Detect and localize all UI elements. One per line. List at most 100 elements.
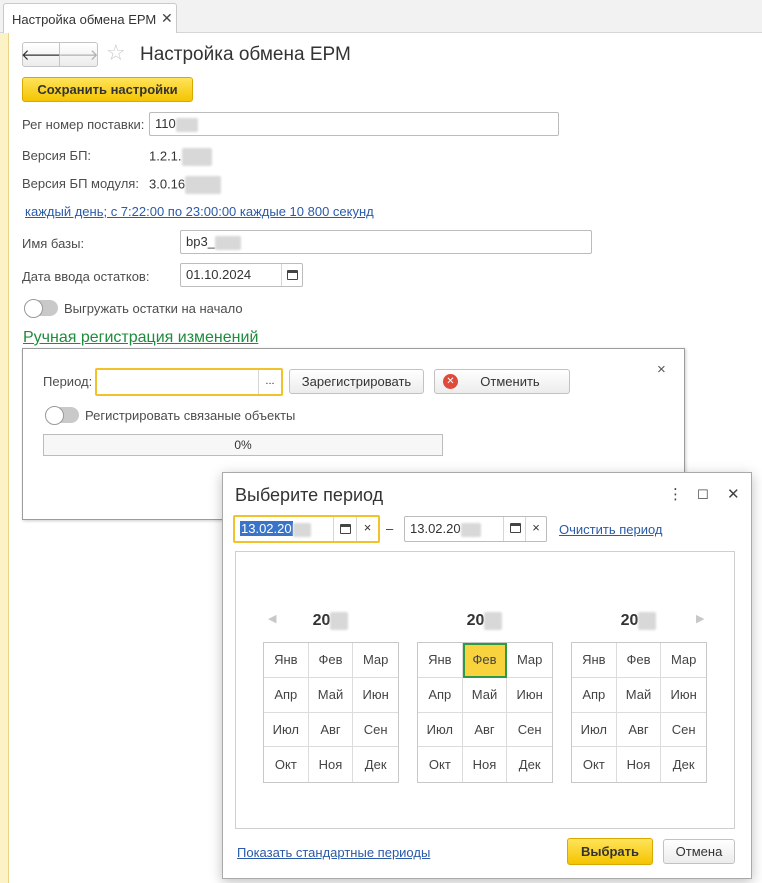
month-cell[interactable]: Апр: [418, 677, 463, 713]
manual-registration-title[interactable]: Ручная регистрация изменений: [23, 329, 258, 347]
redacted-mask: [292, 522, 311, 537]
month-cell[interactable]: Сен: [353, 713, 398, 748]
month-cell[interactable]: Янв: [572, 643, 617, 678]
month-cell[interactable]: Май: [616, 677, 662, 713]
schedule-link[interactable]: каждый день; с 7:22:00 по 23:00:00 кажды…: [25, 204, 374, 219]
month-cell[interactable]: Апр: [572, 677, 617, 713]
month-calendar: ◀ ▶ 20 20 20 Янв Фев Мар Апр Май Июн Июл…: [235, 551, 735, 829]
page-title: Настройка обмена ЕРМ: [140, 44, 351, 65]
month-cell[interactable]: Янв: [418, 643, 463, 678]
month-grid: Янв Фев Мар Апр Май Июн Июл Авг Сен Окт …: [263, 642, 399, 783]
panel-close-icon[interactable]: ×: [657, 361, 666, 378]
redacted-mask: [185, 176, 222, 194]
year-text: 20: [312, 612, 331, 630]
month-cell[interactable]: Июл: [264, 712, 309, 748]
date-from-text: 13.02.20: [240, 521, 293, 536]
register-related-toggle[interactable]: [45, 406, 79, 425]
month-cell[interactable]: Ноя: [463, 747, 508, 782]
month-cell[interactable]: Дек: [507, 747, 552, 782]
month-cell[interactable]: Авг: [308, 712, 354, 748]
month-cell[interactable]: Мар: [353, 643, 398, 678]
period-choose-button[interactable]: ...: [258, 370, 281, 394]
month-grid: Янв Фев Мар Апр Май Июн Июл Авг Сен Окт …: [417, 642, 553, 783]
redacted-mask: [330, 612, 349, 630]
month-cell[interactable]: Апр: [264, 677, 309, 713]
redacted-mask: [214, 235, 241, 250]
date-to-clear-icon[interactable]: ×: [525, 517, 546, 541]
forward-arrow-icon[interactable]: 🡒: [58, 43, 98, 66]
reg-number-field[interactable]: 110: [149, 112, 559, 136]
month-cell[interactable]: Мар: [507, 643, 552, 678]
date-to-calendar-button[interactable]: [503, 517, 525, 541]
save-settings-button[interactable]: Сохранить настройки: [22, 77, 193, 102]
month-cell[interactable]: Июн: [353, 678, 398, 713]
dialog-title: Выберите период: [235, 485, 384, 505]
month-grid: Янв Фев Мар Апр Май Июн Июл Авг Сен Окт …: [571, 642, 707, 783]
cancel-button-label: Отменить: [480, 374, 540, 389]
cancel-x-icon: ✕: [443, 374, 458, 389]
date-from-calendar-button[interactable]: [333, 517, 356, 541]
month-cell[interactable]: Окт: [572, 747, 617, 782]
month-cell[interactable]: Ноя: [617, 747, 662, 782]
clear-period-link[interactable]: Очистить период: [559, 522, 663, 537]
favorite-star-icon[interactable]: ☆: [106, 41, 126, 65]
date-from-field[interactable]: 13.02.20 ×: [233, 515, 380, 543]
db-name-field[interactable]: bp3_: [180, 230, 592, 254]
month-cell[interactable]: Авг: [616, 712, 662, 748]
show-standard-periods-link[interactable]: Показать стандартные периоды: [237, 845, 430, 860]
reg-number-label: Рег номер поставки:: [22, 117, 145, 132]
redacted-mask: [484, 612, 503, 630]
balance-date-field[interactable]: 01.10.2024: [180, 263, 303, 287]
month-cell[interactable]: Дек: [353, 747, 398, 782]
dialog-maximize-icon[interactable]: ☐: [697, 487, 709, 503]
month-cell[interactable]: Май: [462, 677, 508, 713]
register-related-label: Регистрировать связаные объекты: [85, 408, 296, 423]
year-text: 20: [466, 612, 485, 630]
dialog-menu-icon[interactable]: ⋮: [668, 485, 683, 503]
month-cell[interactable]: Фев: [308, 643, 354, 678]
navigation-buttons: 🡐 🡒: [21, 42, 99, 67]
month-cell[interactable]: Май: [308, 677, 354, 713]
month-cell[interactable]: Окт: [418, 747, 463, 782]
progress-bar: 0%: [43, 434, 443, 456]
calendar-button[interactable]: [281, 264, 302, 286]
month-cell[interactable]: Июл: [418, 712, 463, 748]
redacted-mask: [460, 522, 481, 537]
month-cell[interactable]: Окт: [264, 747, 309, 782]
month-cell[interactable]: Фев: [616, 643, 662, 678]
back-arrow-icon[interactable]: 🡐: [21, 43, 61, 66]
month-cell[interactable]: Ноя: [309, 747, 354, 782]
export-balances-label: Выгружать остатки на начало: [64, 301, 243, 316]
balance-date-label: Дата ввода остатков:: [22, 269, 150, 284]
date-from-value: 13.02.20: [240, 520, 311, 538]
month-cell[interactable]: Янв: [264, 643, 309, 678]
tab-close-icon[interactable]: ✕: [161, 10, 173, 27]
date-range-dash: –: [386, 521, 394, 536]
balance-date-value: 01.10.2024: [186, 267, 252, 282]
redacted-mask: [175, 117, 198, 132]
date-to-field[interactable]: 13.02.20 ×: [404, 516, 547, 542]
month-cell[interactable]: Авг: [462, 712, 508, 748]
month-cell[interactable]: Июн: [507, 678, 552, 713]
export-balances-toggle[interactable]: [24, 299, 58, 318]
select-button[interactable]: Выбрать: [567, 838, 653, 865]
dialog-close-icon[interactable]: ✕: [727, 485, 740, 503]
period-field[interactable]: ...: [95, 368, 283, 396]
dialog-cancel-button[interactable]: Отмена: [663, 839, 735, 864]
month-cell[interactable]: Мар: [661, 643, 706, 678]
register-button[interactable]: Зарегистрировать: [289, 369, 424, 394]
reg-number-value: 110: [155, 116, 176, 131]
month-cell[interactable]: Дек: [661, 747, 706, 782]
month-cell[interactable]: Сен: [661, 713, 706, 748]
month-cell[interactable]: Сен: [507, 713, 552, 748]
bp-module-version-text: 3.0.16: [149, 176, 186, 192]
date-from-clear-icon[interactable]: ×: [356, 517, 378, 541]
bp-module-version-label: Версия БП модуля:: [22, 176, 139, 191]
month-cell[interactable]: Июн: [661, 678, 706, 713]
month-cell-selected[interactable]: Фев: [462, 643, 508, 678]
date-to-value: 13.02.20: [410, 519, 481, 539]
cancel-button[interactable]: ✕ Отменить: [434, 369, 570, 394]
period-label: Период:: [43, 374, 93, 389]
month-cell[interactable]: Июл: [572, 712, 617, 748]
tab-settings[interactable]: Настройка обмена ЕРМ ✕: [3, 3, 177, 33]
